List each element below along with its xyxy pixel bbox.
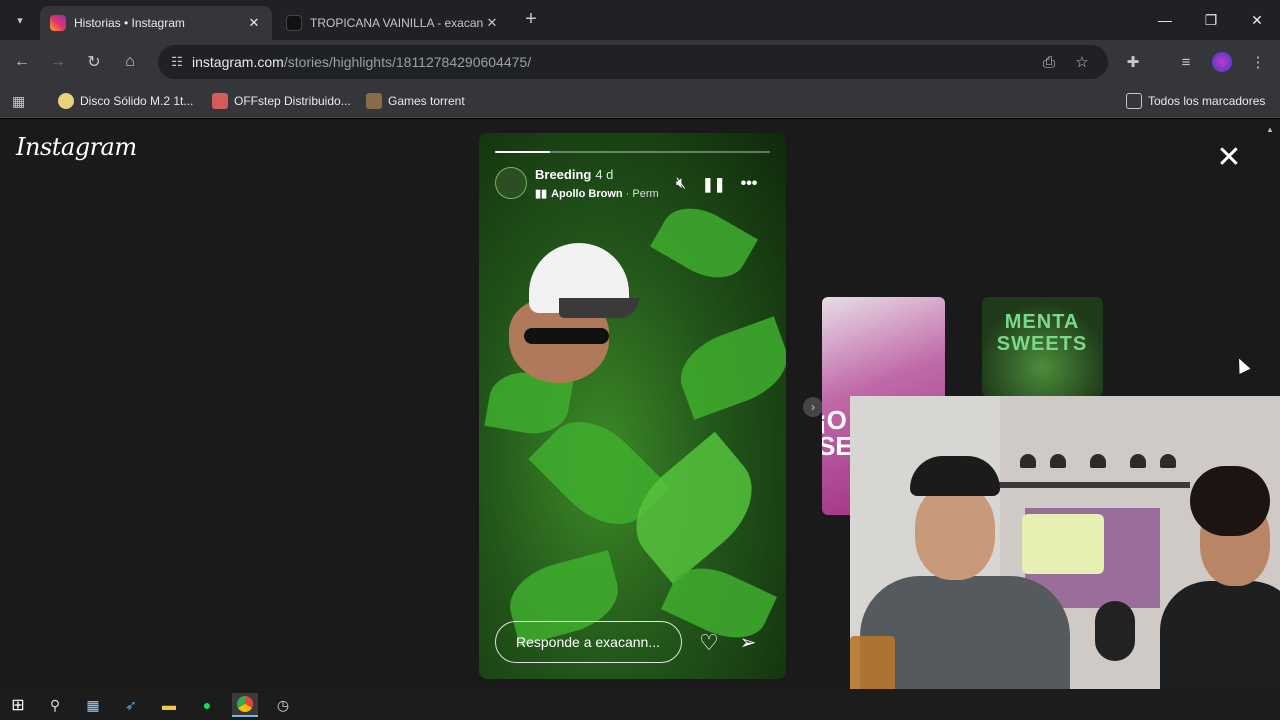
instagram-icon [50, 15, 66, 31]
site-info-icon[interactable]: ☷ [162, 54, 192, 70]
chevron-down-icon: ▾ [17, 14, 23, 27]
browser-toolbar: ← → ↻ ⌂ ☷ instagram.com/stories/highligh… [0, 40, 1280, 84]
instagram-logo[interactable]: Instagram [16, 133, 137, 161]
bookmark-label: OFFstep Distribuido... [234, 94, 351, 108]
story-music[interactable]: ▮▮ Apollo Brown · Perm [535, 187, 659, 200]
heart-icon[interactable]: ♡ [696, 630, 722, 656]
profile-avatar[interactable] [1210, 50, 1234, 74]
story-progress-bar [495, 151, 770, 153]
new-tab-button[interactable]: + [520, 9, 542, 31]
story-username[interactable]: Breeding 4 d [535, 167, 613, 182]
story-person [499, 243, 639, 383]
more-options-icon[interactable]: ••• [738, 173, 760, 195]
close-tab-icon[interactable]: ✕ [246, 15, 262, 31]
tab-instagram[interactable]: Historias • Instagram ✕ [40, 6, 272, 40]
search-icon[interactable]: ⚲ [42, 693, 68, 717]
music-bars-icon: ▮▮ [535, 188, 548, 200]
chevron-right-icon[interactable]: › [803, 397, 823, 417]
restore-button[interactable]: ❐ [1188, 0, 1234, 40]
next-story-title: MENTA SWEETS [996, 311, 1088, 355]
scroll-up-icon[interactable]: ▲ [1266, 125, 1276, 135]
close-tab-icon[interactable]: ✕ [484, 15, 500, 31]
microphone [1095, 601, 1135, 661]
home-icon[interactable]: ⌂ [118, 50, 142, 74]
avatar[interactable] [495, 167, 527, 199]
bookmark-games[interactable]: Games torrent [366, 92, 465, 110]
app-blue-icon[interactable]: ➶ [118, 693, 144, 717]
folder-icon [1126, 93, 1142, 109]
reload-icon[interactable]: ↻ [82, 50, 106, 74]
tab-title: TROPICANA VAINILLA - exacannabis [310, 16, 484, 30]
bookmark-label: Disco Sólido M.2 1t... [80, 94, 194, 108]
preview-art: ¡OSE [822, 405, 853, 461]
url-path: /stories/highlights/18112784290604475/ [283, 54, 532, 70]
offstep-icon [212, 93, 228, 109]
mouse-cursor [1233, 356, 1251, 374]
close-stories-icon[interactable]: ✕ [1214, 143, 1244, 173]
reply-input[interactable]: Responde a exacann... [495, 621, 682, 663]
back-icon[interactable]: ← [10, 50, 34, 74]
disk-icon [58, 93, 74, 109]
tab-tiktok[interactable]: TROPICANA VAINILLA - exacannabis ✕ [276, 6, 510, 40]
tab-title: Historias • Instagram [74, 16, 185, 30]
star-icon[interactable]: ☆ [1070, 50, 1094, 74]
leaf-decoration [670, 316, 786, 420]
all-bookmarks-label: Todos los marcadores [1148, 94, 1266, 108]
file-explorer-icon[interactable]: ▬ [156, 693, 182, 717]
spotify-icon[interactable]: ● [194, 693, 220, 717]
shirt-decoration [1022, 514, 1104, 574]
bookmark-disco[interactable]: Disco Sólido M.2 1t... [58, 92, 193, 110]
mute-icon[interactable]: 🔇︎ [670, 173, 692, 195]
leaf-decoration [650, 194, 758, 292]
media-control-icon[interactable]: ≡ [1174, 50, 1198, 74]
webcam-person-right [1160, 466, 1280, 720]
send-icon[interactable]: ➢ [735, 630, 761, 656]
story-preview-next-2[interactable]: MENTA SWEETS [982, 297, 1103, 397]
menu-icon[interactable]: ⋮ [1246, 50, 1270, 74]
minimize-button[interactable]: — [1142, 0, 1188, 40]
story-header: Breeding 4 d ▮▮ Apollo Brown · Perm 🔇︎ ❚❚ … [495, 165, 770, 205]
bookmark-label: Games torrent [388, 94, 465, 108]
music-artist: Apollo Brown [551, 188, 623, 200]
apps-grid-icon[interactable]: ▦ [12, 92, 25, 110]
music-song: · Perm [625, 188, 659, 200]
windows-taskbar: ⊞ ⚲ ▦ ➶ ▬ ● ◷ [0, 689, 1280, 720]
username-text[interactable]: Breeding [535, 167, 591, 182]
tab-strip: ▾ Historias • Instagram ✕ TROPICANA VAIN… [0, 0, 1280, 40]
all-bookmarks[interactable]: Todos los marcadores [1126, 92, 1265, 110]
url-host: instagram.com [192, 54, 284, 70]
chrome-icon[interactable] [232, 693, 258, 717]
url-text: instagram.com/stories/highlights/1811278… [192, 54, 531, 70]
close-window-button[interactable]: ✕ [1234, 0, 1280, 40]
clock-app-icon[interactable]: ◷ [270, 693, 296, 717]
extensions-icon[interactable]: ✚ [1121, 50, 1145, 74]
webcam-overlay [850, 396, 1280, 720]
install-app-icon[interactable]: ⎙ [1037, 50, 1061, 74]
story-progress-fill [495, 151, 550, 153]
games-icon [366, 93, 382, 109]
webcam-person-left [860, 456, 1070, 720]
story-card[interactable]: Breeding 4 d ▮▮ Apollo Brown · Perm 🔇︎ ❚❚ … [479, 133, 786, 679]
address-bar[interactable]: ☷ instagram.com/stories/highlights/18112… [158, 45, 1108, 79]
calculator-icon[interactable]: ▦ [80, 693, 106, 717]
bookmarks-bar: ▦ Disco Sólido M.2 1t... OFFstep Distrib… [0, 84, 1280, 118]
story-age: 4 d [595, 167, 614, 182]
tiktok-icon [286, 15, 302, 31]
bookmark-offstep[interactable]: OFFstep Distribuido... [212, 92, 351, 110]
forward-icon[interactable]: → [46, 50, 70, 74]
leaf-decoration [615, 431, 773, 585]
windows-start-icon[interactable]: ⊞ [5, 693, 31, 717]
tab-search-button[interactable]: ▾ [8, 8, 32, 32]
pause-icon[interactable]: ❚❚ [702, 173, 725, 195]
